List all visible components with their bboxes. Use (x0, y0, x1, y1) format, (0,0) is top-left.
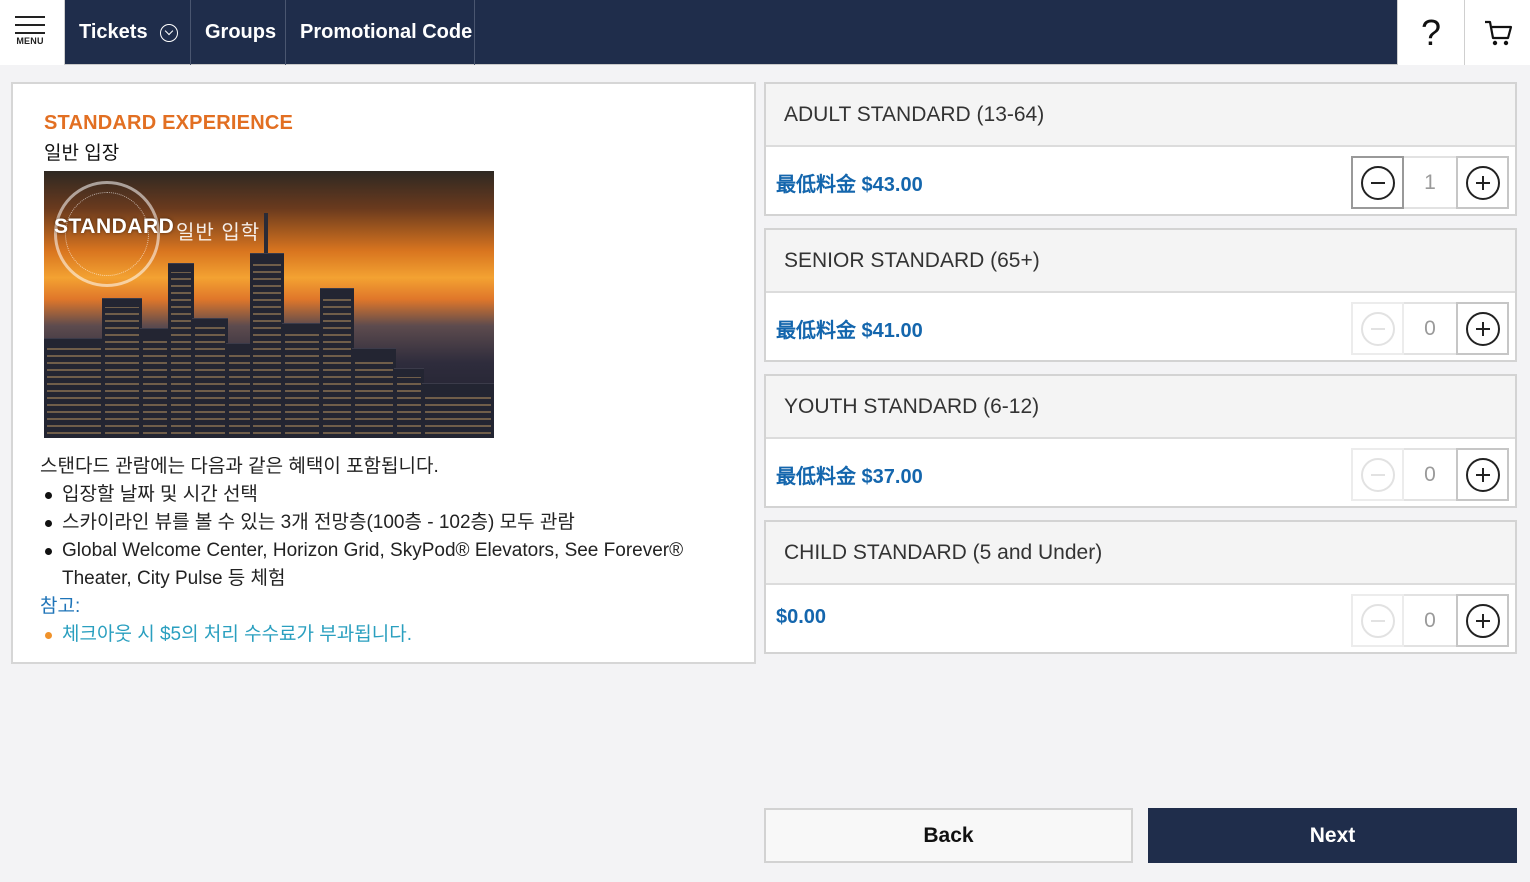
cart-icon (1484, 20, 1512, 45)
question-mark-icon: ? (1420, 11, 1442, 53)
tab-promotional-code-label: Promotional Code (300, 21, 473, 43)
ticket-child: CHILD STANDARD (5 and Under) $0.00 0 (764, 520, 1517, 654)
tower-spire (264, 213, 268, 253)
ticket-name: YOUTH STANDARD (6-12) (766, 376, 1515, 439)
plus-icon (1466, 166, 1500, 200)
cart-button[interactable] (1464, 0, 1530, 65)
quantity-value[interactable]: 0 (1404, 594, 1456, 647)
increment-button[interactable] (1456, 156, 1509, 209)
quantity-value[interactable]: 1 (1404, 156, 1456, 209)
experience-description: 스탠다드 관람에는 다음과 같은 혜택이 포함됩니다. 입장할 날짜 및 시간 … (40, 453, 730, 649)
plus-icon (1466, 604, 1500, 638)
menu-label: MENU (16, 36, 44, 46)
quantity-stepper: 0 (1351, 448, 1509, 501)
top-nav-bar: MENU Tickets Groups Promotional Code ? (0, 0, 1530, 65)
experience-image: STANDARD 일반 입학 (44, 171, 494, 438)
decrement-button[interactable] (1351, 302, 1404, 355)
benefits-list: 입장할 날짜 및 시간 선택 스카이라인 뷰를 볼 수 있는 3개 전망층(10… (40, 481, 730, 593)
tab-tickets[interactable]: Tickets (65, 0, 191, 65)
tab-groups[interactable]: Groups (191, 0, 286, 65)
ticket-youth: YOUTH STANDARD (6-12) 最低料金 $37.00 0 (764, 374, 1517, 508)
benefit-item: 스카이라인 뷰를 볼 수 있는 3개 전망층(100층 - 102층) 모두 관… (40, 509, 730, 537)
ticket-name: ADULT STANDARD (13-64) (766, 84, 1515, 147)
description-intro: 스탠다드 관람에는 다음과 같은 혜택이 포함됩니다. (40, 456, 439, 477)
image-badge-text: STANDARD (54, 215, 175, 238)
ticket-price: $0.00 (776, 606, 827, 628)
help-button[interactable]: ? (1397, 0, 1464, 65)
note-item: 체크아웃 시 $5의 처리 수수료가 부과됩니다. (40, 621, 730, 649)
decrement-button[interactable] (1351, 156, 1404, 209)
quantity-stepper: 1 (1351, 156, 1509, 209)
quantity-stepper: 0 (1351, 594, 1509, 647)
benefit-item: Global Welcome Center, Horizon Grid, Sky… (40, 537, 730, 593)
ticket-price: 最低料金 $43.00 (776, 174, 923, 196)
increment-button[interactable] (1456, 594, 1509, 647)
plus-icon (1466, 312, 1500, 346)
ticket-name: CHILD STANDARD (5 and Under) (766, 522, 1515, 585)
back-button[interactable]: Back (764, 808, 1133, 863)
image-overlay-text: 일반 입학 (176, 222, 261, 244)
tab-groups-label: Groups (205, 21, 277, 43)
menu-button[interactable]: MENU (0, 0, 65, 65)
experience-title: STANDARD EXPERIENCE (44, 112, 294, 134)
decrement-button[interactable] (1351, 594, 1404, 647)
tab-tickets-label: Tickets (79, 21, 148, 43)
quantity-value[interactable]: 0 (1404, 302, 1456, 355)
experience-subtitle: 일반 입장 (44, 143, 120, 164)
plus-icon (1466, 458, 1500, 492)
quantity-stepper: 0 (1351, 302, 1509, 355)
notes-list: 체크아웃 시 $5의 처리 수수료가 부과됩니다. (40, 621, 730, 649)
ticket-name: SENIOR STANDARD (65+) (766, 230, 1515, 293)
minus-icon (1361, 166, 1395, 200)
quantity-value[interactable]: 0 (1404, 448, 1456, 501)
experience-info-card: STANDARD EXPERIENCE 일반 입장 STANDARD 일반 입학… (11, 82, 756, 664)
minus-icon (1361, 312, 1395, 346)
note-label: 참고: (40, 596, 81, 617)
minus-icon (1361, 458, 1395, 492)
decrement-button[interactable] (1351, 448, 1404, 501)
ticket-price: 最低料金 $37.00 (776, 466, 923, 488)
increment-button[interactable] (1456, 448, 1509, 501)
increment-button[interactable] (1456, 302, 1509, 355)
ticket-senior: SENIOR STANDARD (65+) 最低料金 $41.00 0 (764, 228, 1517, 362)
minus-icon (1361, 604, 1395, 638)
benefit-item: 입장할 날짜 및 시간 선택 (40, 481, 730, 509)
next-button[interactable]: Next (1148, 808, 1517, 863)
tab-promotional-code[interactable]: Promotional Code (286, 0, 475, 65)
ticket-price: 最低料金 $41.00 (776, 320, 923, 342)
chevron-down-icon (159, 23, 178, 42)
ticket-adult: ADULT STANDARD (13-64) 最低料金 $43.00 1 (764, 82, 1517, 216)
